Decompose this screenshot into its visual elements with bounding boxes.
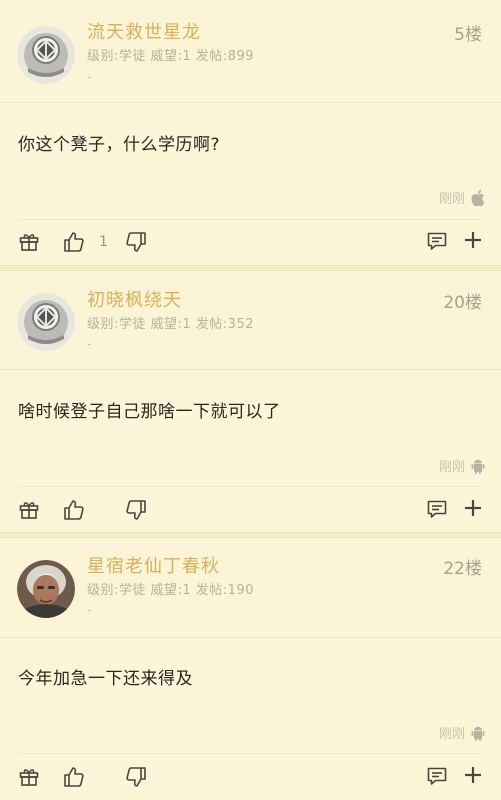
post-source: 刚刚 <box>439 188 485 207</box>
dislike-button[interactable] <box>124 765 148 789</box>
like-button[interactable] <box>62 230 86 254</box>
post-time: 刚刚 <box>438 192 465 207</box>
avatar[interactable] <box>17 293 75 351</box>
username[interactable]: 星宿老仙丁春秋 <box>87 552 220 578</box>
post-floor-5: 流天救世星龙 级别:学徒 威望:1 发帖:899 - 5楼 你这个凳子，什么学历… <box>0 0 501 265</box>
post-floor-22: 星宿老仙丁春秋 级别:学徒 威望:1 发帖:190 - 22楼 今年加急一下还来… <box>0 538 501 800</box>
like-count: 1 <box>99 234 108 250</box>
diver-helmet-icon <box>17 293 75 351</box>
post-content: 你这个凳子，什么学历啊? <box>18 135 221 155</box>
user-signature: - <box>87 70 92 84</box>
comment-button[interactable] <box>426 498 448 520</box>
username[interactable]: 流天救世星龙 <box>87 18 201 44</box>
gift-button[interactable] <box>18 498 40 520</box>
divider <box>18 486 483 487</box>
user-meta: 级别:学徒 威望:1 发帖:190 <box>87 583 254 598</box>
gift-button[interactable] <box>18 230 40 252</box>
user-signature: - <box>87 603 92 617</box>
like-button[interactable] <box>62 498 86 522</box>
android-icon <box>471 459 485 474</box>
post-content: 今年加急一下还来得及 <box>18 669 193 689</box>
gift-icon <box>19 234 39 251</box>
like-button[interactable] <box>62 765 86 789</box>
username[interactable]: 初晓枫绕天 <box>87 286 182 312</box>
apple-icon <box>471 189 485 206</box>
gift-icon <box>19 502 39 519</box>
post-time: 刚刚 <box>438 460 465 475</box>
divider <box>18 219 483 220</box>
android-icon <box>471 726 485 741</box>
gift-button[interactable] <box>18 765 40 787</box>
post-actions <box>0 757 501 797</box>
thumbs-up-icon <box>64 232 84 252</box>
thumbs-down-icon <box>126 500 146 520</box>
post-actions: 1 <box>0 222 501 262</box>
thumbs-down-icon <box>126 232 146 252</box>
thumbs-down-icon <box>126 767 146 787</box>
divider <box>18 753 483 754</box>
post-time: 刚刚 <box>438 727 465 742</box>
gift-icon <box>19 769 39 786</box>
post-content: 啥时候登子自己那啥一下就可以了 <box>18 402 281 422</box>
diver-helmet-icon <box>17 26 75 84</box>
post-source: 刚刚 <box>439 723 485 742</box>
user-meta: 级别:学徒 威望:1 发帖:899 <box>87 49 254 64</box>
thumbs-up-icon <box>64 500 84 520</box>
plus-icon <box>465 500 481 516</box>
dislike-button[interactable] <box>124 230 148 254</box>
dislike-button[interactable] <box>124 498 148 522</box>
plus-icon <box>465 767 481 783</box>
portrait-photo-icon <box>17 560 75 618</box>
user-meta: 级别:学徒 威望:1 发帖:352 <box>87 317 254 332</box>
user-signature: - <box>87 337 92 351</box>
add-button[interactable] <box>463 498 483 518</box>
comment-button[interactable] <box>426 765 448 787</box>
add-button[interactable] <box>463 765 483 785</box>
floor-number: 5楼 <box>454 25 482 45</box>
post-actions <box>0 490 501 530</box>
comment-icon <box>427 767 447 785</box>
floor-number: 20楼 <box>443 293 482 313</box>
post-floor-20: 初晓枫绕天 级别:学徒 威望:1 发帖:352 - 20楼 啥时候登子自己那啥一… <box>0 271 501 532</box>
post-source: 刚刚 <box>439 456 485 475</box>
comment-icon <box>427 232 447 250</box>
avatar[interactable] <box>17 560 75 618</box>
plus-icon <box>465 232 481 248</box>
add-button[interactable] <box>463 230 483 250</box>
comment-icon <box>427 500 447 518</box>
avatar[interactable] <box>17 26 75 84</box>
comment-button[interactable] <box>426 230 448 252</box>
thumbs-up-icon <box>64 767 84 787</box>
floor-number: 22楼 <box>443 559 482 579</box>
